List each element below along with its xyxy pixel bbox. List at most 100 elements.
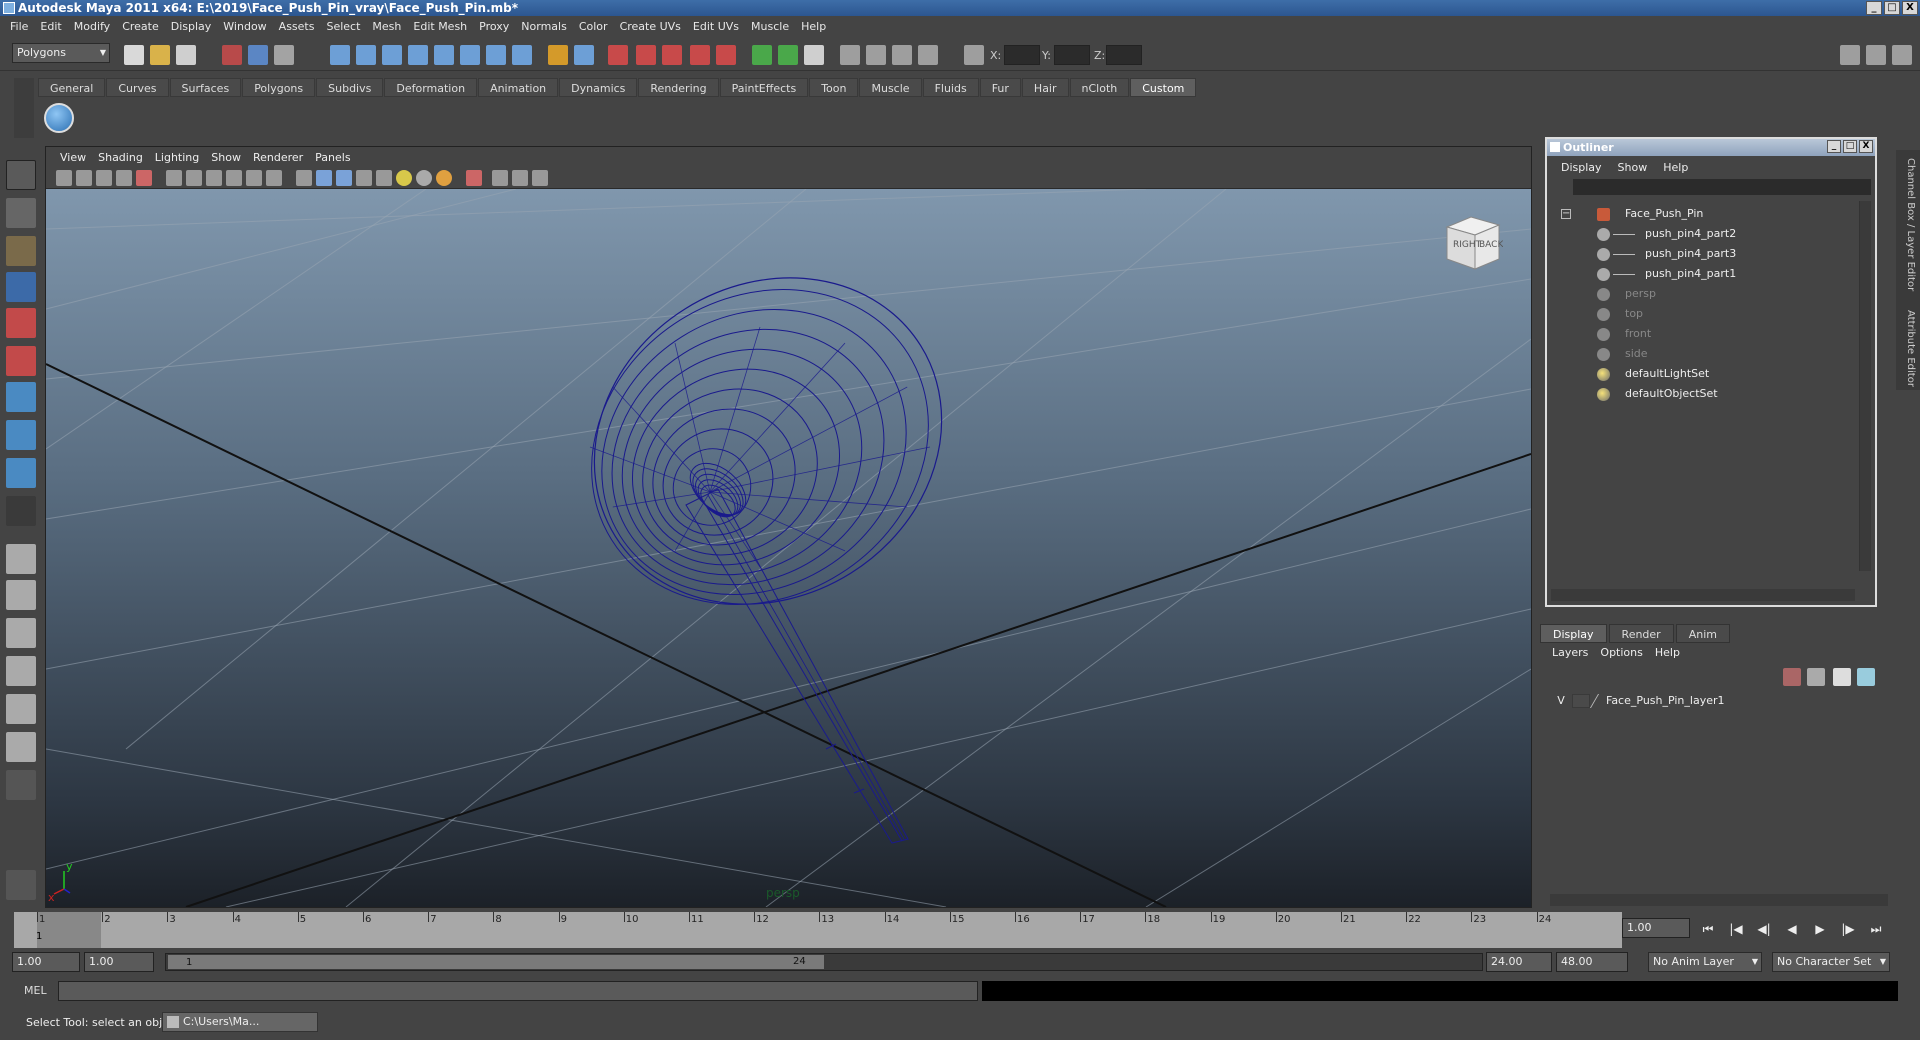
outliner-item-persp[interactable]: persp (1551, 285, 1851, 303)
help-icon[interactable] (512, 45, 532, 65)
quick-layout-icon[interactable] (6, 870, 36, 900)
render-icon[interactable] (608, 45, 628, 65)
layer-menu-layers[interactable]: Layers (1546, 646, 1594, 659)
step-back-key-button[interactable]: |◀ (1726, 920, 1746, 938)
ipr-render-icon[interactable] (636, 45, 656, 65)
viewport-menu-renderer[interactable]: Renderer (247, 151, 309, 164)
go-to-end-button[interactable]: ⏭ (1866, 920, 1886, 938)
outliner-menu-display[interactable]: Display (1553, 161, 1610, 174)
outliner-item-default-object-set[interactable]: defaultObjectSet (1551, 385, 1851, 403)
input-output-icon[interactable] (486, 45, 506, 65)
select-camera-icon[interactable] (56, 170, 72, 186)
render-settings-icon[interactable] (662, 45, 682, 65)
view-cube[interactable]: RIGHT BACK (1441, 211, 1503, 275)
step-back-frame-button[interactable]: ◀| (1754, 920, 1774, 938)
menu-edit[interactable]: Edit (34, 20, 67, 33)
outliner-item-side[interactable]: side (1551, 345, 1851, 363)
layer-type-toggle[interactable] (1572, 694, 1590, 708)
rotate-tool-icon[interactable] (6, 308, 36, 338)
mel-label[interactable]: MEL (24, 984, 47, 997)
outliner-item-default-light-set[interactable]: defaultLightSet (1551, 365, 1851, 383)
step-forward-key-button[interactable]: |▶ (1838, 920, 1858, 938)
default-lighting-icon[interactable] (396, 170, 412, 186)
anim-layer-dropdown[interactable]: No Anim Layer ▼ (1648, 952, 1762, 972)
textured-icon[interactable] (376, 170, 392, 186)
open-scene-icon[interactable] (150, 45, 170, 65)
script-editor-task-button[interactable]: C:\Users\Ma... (162, 1012, 318, 1032)
shelf-tab-hair[interactable]: Hair (1021, 78, 1069, 97)
outliner-item-push-pin4-part1[interactable]: push_pin4_part1 (1551, 265, 1851, 283)
shelf-tab-toon[interactable]: Toon (809, 78, 859, 97)
menu-display[interactable]: Display (165, 20, 218, 33)
graph-persp-layout-icon[interactable] (6, 656, 36, 686)
menu-modify[interactable]: Modify (68, 20, 116, 33)
transform-mode-icon[interactable] (964, 45, 984, 65)
layer-tab-display[interactable]: Display (1540, 624, 1607, 643)
shelf-tab-curves[interactable]: Curves (106, 78, 169, 97)
move-layer-up-icon[interactable] (1783, 668, 1801, 686)
menu-mesh[interactable]: Mesh (366, 20, 407, 33)
x-field[interactable] (1004, 45, 1040, 65)
toggle-tool-settings-icon[interactable] (804, 45, 824, 65)
playback-start-field[interactable]: 1.00 (84, 952, 154, 972)
menu-edit-mesh[interactable]: Edit Mesh (407, 20, 473, 33)
current-frame-field[interactable]: 1.00 (1622, 918, 1690, 938)
layer-horizontal-scrollbar[interactable] (1550, 894, 1888, 906)
viewport-menu-show[interactable]: Show (205, 151, 247, 164)
snap-grid-icon[interactable] (330, 45, 350, 65)
shelf-tab-rendering[interactable]: Rendering (638, 78, 719, 97)
live-surface-icon[interactable] (434, 45, 454, 65)
viewport-scene[interactable]: yx RIGHT BACK persp (46, 189, 1531, 907)
menu-edit-uvs[interactable]: Edit UVs (687, 20, 745, 33)
wireframe-on-shaded-icon[interactable] (336, 170, 352, 186)
shelf-menu-button[interactable] (14, 78, 34, 138)
select-component-icon[interactable] (274, 45, 294, 65)
shelf-tab-ncloth[interactable]: nCloth (1069, 78, 1130, 97)
outliner-item-front[interactable]: front (1551, 325, 1851, 343)
range-slider-handle[interactable]: 1 24 (168, 955, 824, 969)
shelf-tab-animation[interactable]: Animation (478, 78, 559, 97)
smooth-shade-icon[interactable] (316, 170, 332, 186)
menu-proxy[interactable]: Proxy (473, 20, 515, 33)
hypershade-icon[interactable] (690, 45, 710, 65)
mel-command-input[interactable] (58, 981, 978, 1001)
layer-row[interactable]: V Face_Push_Pin_layer1 (1550, 692, 1890, 710)
play-backwards-button[interactable]: ◀ (1782, 920, 1802, 938)
attribute-editor-tab[interactable]: Attribute Editor (1900, 310, 1916, 387)
shadows-icon[interactable] (436, 170, 452, 186)
paint-select-tool-icon[interactable] (6, 236, 36, 266)
shelf-tab-general[interactable]: General (38, 78, 106, 97)
start-time-field[interactable]: 1.00 (12, 952, 80, 972)
menu-set-dropdown[interactable]: Polygons ▼ (12, 43, 110, 63)
expand-collapse-icon[interactable]: − (1561, 209, 1571, 219)
save-scene-icon[interactable] (176, 45, 196, 65)
toggle-sidebar-icon[interactable] (752, 45, 772, 65)
move-tool-icon[interactable] (6, 272, 36, 302)
layer-editor-toggle-icon[interactable] (1892, 45, 1912, 65)
menu-color[interactable]: Color (573, 20, 614, 33)
field-chart-icon[interactable] (226, 170, 242, 186)
outliner-close-button[interactable]: X (1859, 140, 1873, 153)
move-layer-down-icon[interactable] (1807, 668, 1825, 686)
grid-icon[interactable] (136, 170, 152, 186)
hypershade-persp-layout-icon[interactable] (6, 694, 36, 724)
select-tool-icon[interactable] (6, 160, 36, 190)
four-pane-layout-icon[interactable] (6, 580, 36, 610)
outliner-menu-help[interactable]: Help (1655, 161, 1696, 174)
selection-mask-icon[interactable] (574, 45, 594, 65)
character-set-dropdown[interactable]: No Character Set ▼ (1772, 952, 1890, 972)
outliner-filter-field[interactable] (1573, 179, 1871, 195)
menu-file[interactable]: File (4, 20, 34, 33)
outliner-item-push-pin4-part3[interactable]: push_pin4_part3 (1551, 245, 1851, 263)
layer-menu-help[interactable]: Help (1649, 646, 1686, 659)
layer-visibility-toggle[interactable]: V (1554, 694, 1568, 708)
hypergraph-icon[interactable] (918, 45, 938, 65)
more-layouts-icon[interactable] (6, 770, 36, 800)
shelf-tab-surfaces[interactable]: Surfaces (169, 78, 242, 97)
layer-menu-options[interactable]: Options (1594, 646, 1648, 659)
scale-tool-icon[interactable] (6, 346, 36, 376)
close-button[interactable]: X (1902, 1, 1918, 15)
channel-box-toggle-icon[interactable] (1866, 45, 1886, 65)
go-to-start-button[interactable]: ⏮ (1698, 920, 1718, 938)
custom-shelf-tool-icon[interactable] (44, 103, 74, 133)
